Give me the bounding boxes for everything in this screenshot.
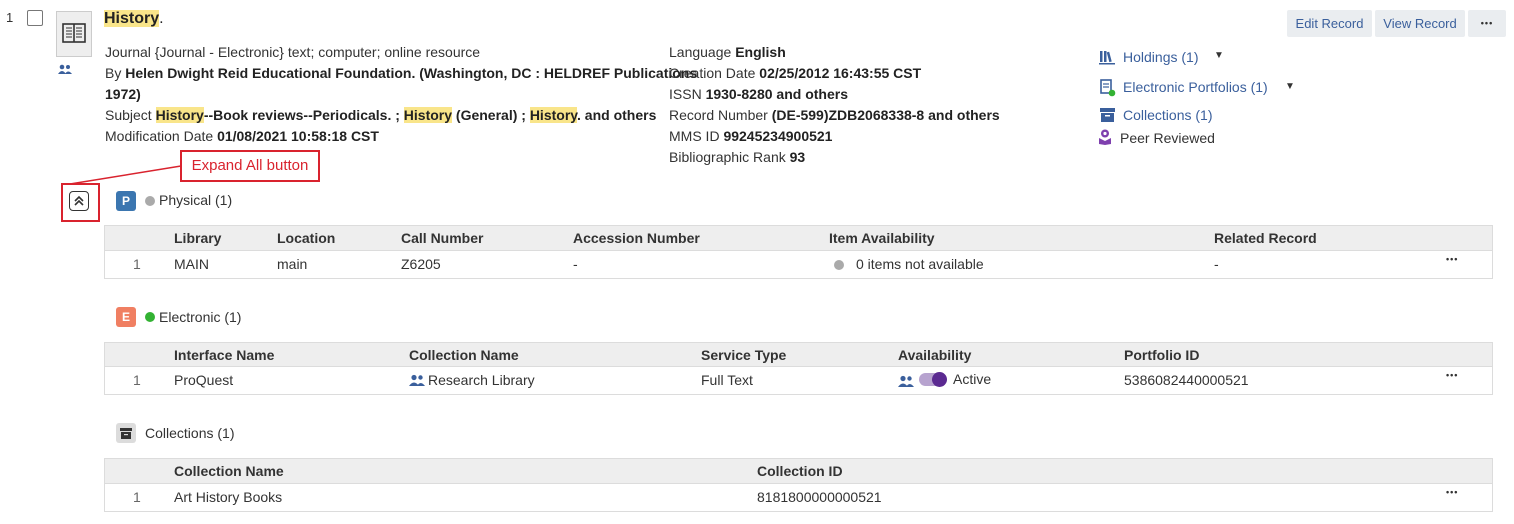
collection-name-link[interactable]: Research Library: [428, 372, 535, 388]
collections-table-header: Collection Name Collection ID: [104, 458, 1493, 483]
collections-link[interactable]: Collections (1): [1123, 107, 1212, 123]
row-number: 1: [133, 256, 141, 272]
electronic-status-dot: [145, 312, 155, 322]
availability-toggle[interactable]: [919, 372, 947, 387]
archive-box-icon: [120, 428, 132, 439]
issn-value: 1930-8280 and others: [705, 86, 848, 102]
collections-section-badge: [116, 423, 136, 443]
collections-section-toggle[interactable]: Collections (1): [145, 425, 234, 441]
subject-text-2: (General) ;: [452, 107, 530, 123]
mms-id-line: MMS ID 99245234900521: [669, 126, 832, 147]
subject-highlight-2: History: [403, 107, 453, 123]
toggle-knob: [932, 372, 947, 387]
col-collection-name: Collection Name: [409, 347, 519, 363]
col-item-availability: Item Availability: [829, 230, 935, 246]
library-cell: MAIN: [174, 256, 209, 272]
item-availability-cell: 0 items not available: [856, 256, 984, 272]
physical-status-dot: [145, 196, 155, 206]
row-more-actions-button[interactable]: •••: [1446, 254, 1458, 264]
creation-date-value: 02/25/2012 16:43:55 CST: [759, 65, 922, 81]
creation-date-label: Creation Date: [669, 65, 760, 81]
col-accession-number: Accession Number: [573, 230, 700, 246]
col-collection-name: Collection Name: [174, 463, 284, 479]
col-availability: Availability: [898, 347, 972, 363]
portfolio-id-link[interactable]: 5386082440000521: [1124, 372, 1249, 388]
service-type-link[interactable]: Full Text: [701, 372, 753, 388]
electronic-table-header: Interface Name Collection Name Service T…: [104, 342, 1493, 367]
physical-section-toggle[interactable]: Physical (1): [159, 192, 232, 208]
location-link[interactable]: main: [277, 256, 307, 272]
collection-box-icon: [1100, 107, 1116, 126]
table-row: 1 MAIN main Z6205 - 0 items not availabl…: [104, 250, 1493, 279]
record-number-label: Record Number: [669, 107, 772, 123]
col-interface-name: Interface Name: [174, 347, 275, 363]
availability-status: Active: [953, 371, 992, 387]
double-chevron-up-icon: [74, 195, 84, 206]
availability-dot: [834, 260, 844, 270]
row-number: 1: [133, 489, 141, 505]
row-more-actions-button[interactable]: •••: [1446, 370, 1458, 380]
electronic-badge: E: [116, 307, 136, 327]
physical-badge: P: [116, 191, 136, 211]
electronic-portfolios-link[interactable]: Electronic Portfolios (1): [1123, 79, 1268, 95]
physical-table-header: Library Location Call Number Accession N…: [104, 225, 1493, 250]
view-record-button[interactable]: View Record: [1375, 10, 1465, 37]
table-row: 1 ProQuest Research Library Full Text Ac…: [104, 366, 1493, 395]
mms-id-value: 99245234900521: [723, 128, 833, 144]
holdings-link[interactable]: Holdings (1): [1123, 49, 1198, 65]
col-location: Location: [277, 230, 336, 246]
more-actions-button[interactable]: •••: [1468, 10, 1506, 37]
electronic-section-toggle[interactable]: Electronic (1): [159, 309, 241, 325]
peer-reviewed-icon: [1098, 129, 1112, 148]
issn-line: ISSN 1930-8280 and others: [669, 84, 848, 105]
interface-name-cell: ProQuest: [174, 372, 234, 388]
collection-id-cell: 8181800000000521: [757, 489, 882, 505]
call-number-cell: Z6205: [401, 256, 441, 272]
holdings-dropdown-icon[interactable]: ▼: [1214, 50, 1224, 61]
holdings-icon: [1099, 49, 1115, 68]
edit-record-button[interactable]: Edit Record: [1287, 10, 1372, 37]
bibliographic-rank-label: Bibliographic Rank: [669, 149, 790, 165]
col-service-type: Service Type: [701, 347, 787, 363]
electronic-portfolio-icon: [1100, 79, 1116, 100]
portfolios-dropdown-icon[interactable]: ▼: [1285, 81, 1295, 92]
row-number: 1: [133, 372, 141, 388]
issn-label: ISSN: [669, 86, 706, 102]
record-number-value: (DE-599)ZDB2068338-8 and others: [771, 107, 1000, 123]
related-record-cell: -: [1214, 256, 1219, 272]
shared-collection-icon: [409, 373, 425, 389]
collection-name-link[interactable]: Art History Books: [174, 489, 282, 505]
language-label: Language: [669, 44, 736, 60]
col-portfolio-id: Portfolio ID: [1124, 347, 1200, 363]
col-collection-id: Collection ID: [757, 463, 843, 479]
col-related-record: Related Record: [1214, 230, 1317, 246]
row-more-actions-button[interactable]: •••: [1446, 487, 1458, 497]
subject-text-3: . and others: [577, 107, 657, 123]
table-row: 1 Art History Books 8181800000000521 •••: [104, 483, 1493, 512]
expand-all-button[interactable]: [69, 191, 89, 211]
annotation-label: Expand All button: [180, 150, 320, 182]
language-value: English: [735, 44, 786, 60]
peer-reviewed-label: Peer Reviewed: [1120, 130, 1215, 146]
bibliographic-rank-value: 93: [789, 149, 806, 165]
creation-date-line: Creation Date 02/25/2012 16:43:55 CST: [669, 63, 921, 84]
mms-id-label: MMS ID: [669, 128, 724, 144]
col-call-number: Call Number: [401, 230, 484, 246]
language-line: Language English: [669, 42, 786, 63]
bibliographic-rank-line: Bibliographic Rank 93: [669, 147, 805, 168]
shared-availability-icon: [898, 374, 914, 390]
subject-highlight-3: History: [529, 107, 578, 123]
col-library: Library: [174, 230, 222, 246]
accession-cell: -: [573, 256, 578, 272]
record-number-line: Record Number (DE-599)ZDB2068338-8 and o…: [669, 105, 1000, 126]
